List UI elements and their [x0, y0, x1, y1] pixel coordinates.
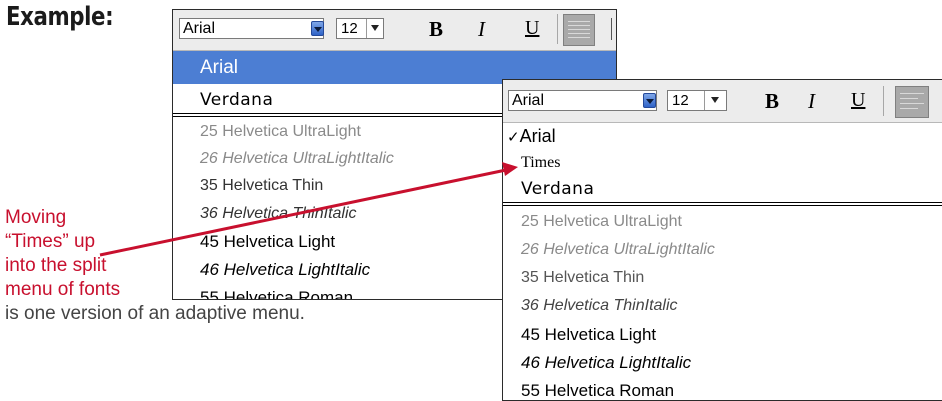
toolbar-divider — [883, 86, 884, 116]
size-dropdown-arrow-icon[interactable] — [371, 25, 379, 31]
font-dropdown-arrow-icon[interactable] — [643, 93, 656, 108]
menu-item-font[interactable]: 45 Helvetica Light — [503, 321, 942, 349]
font-menu-after: Arial 12 B I U ✓Arial Times Verdana 25 H… — [502, 79, 942, 401]
italic-button[interactable]: I — [478, 17, 485, 42]
annotation-line: “Times” up — [5, 231, 96, 252]
menu-item-recent-font[interactable]: Verdana — [503, 176, 942, 202]
example-heading: Example: — [6, 2, 114, 32]
annotation: Moving “Times” up into the split menu of… — [5, 206, 305, 326]
size-select-divider — [704, 91, 705, 110]
menu-item-font[interactable]: 35 Helvetica Thin — [503, 264, 942, 292]
annotation-line: menu of fonts — [5, 279, 121, 300]
toolbar-divider — [557, 14, 558, 44]
toolbar: Arial 12 B I U — [503, 80, 942, 123]
annotation-line: Moving — [5, 207, 67, 228]
checkmark-icon: ✓ — [507, 129, 520, 146]
align-justify-icon[interactable] — [563, 14, 595, 46]
size-select-divider — [366, 19, 367, 38]
bold-button[interactable]: B — [429, 17, 443, 42]
menu-item-checked-font[interactable]: ✓Arial — [503, 123, 942, 149]
bold-button[interactable]: B — [765, 89, 779, 114]
font-dropdown-menu: ✓Arial Times Verdana 25 Helvetica UltraL… — [503, 123, 942, 400]
size-dropdown-arrow-icon[interactable] — [711, 97, 719, 103]
toolbar-divider-right — [611, 18, 612, 40]
italic-button[interactable]: I — [808, 89, 815, 114]
font-dropdown-arrow-icon[interactable] — [311, 21, 324, 36]
menu-item-font[interactable]: 46 Helvetica LightItalic — [503, 349, 942, 377]
size-select[interactable]: 12 — [667, 90, 727, 111]
size-select[interactable]: 12 — [336, 18, 384, 39]
underline-button[interactable]: U — [851, 89, 865, 112]
menu-item-font[interactable]: 25 Helvetica UltraLight — [503, 208, 942, 236]
menu-item-font[interactable]: 55 Helvetica Roman — [503, 377, 942, 400]
menu-separator — [503, 202, 942, 206]
toolbar: Arial 12 B I U — [173, 10, 616, 51]
menu-item-font[interactable]: 26 Helvetica UltraLightItalic — [503, 236, 942, 264]
font-select-value: Arial — [183, 20, 216, 37]
annotation-caption: is one version of an adaptive menu. — [5, 303, 305, 324]
menu-item-recent-font[interactable]: Times — [503, 151, 942, 175]
font-select[interactable]: Arial — [179, 18, 324, 39]
font-select-value: Arial — [512, 92, 545, 109]
annotation-line: into the split — [5, 255, 107, 276]
underline-button[interactable]: U — [525, 17, 539, 40]
size-select-value: 12 — [672, 92, 689, 109]
size-select-value: 12 — [341, 20, 358, 37]
font-select[interactable]: Arial — [508, 90, 657, 111]
align-left-icon[interactable] — [895, 86, 929, 118]
checked-font-label: Arial — [519, 126, 556, 146]
menu-item-font[interactable]: 36 Helvetica ThinItalic — [503, 292, 942, 320]
